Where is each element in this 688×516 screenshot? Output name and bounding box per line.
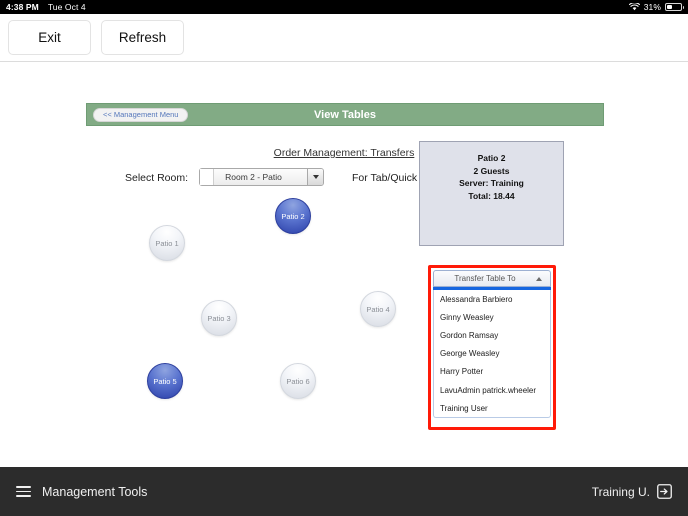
- transfer-dropdown-option[interactable]: Alessandra Barbiero: [434, 290, 550, 308]
- select-room-spacer: [200, 169, 214, 185]
- management-menu-button[interactable]: << Management Menu: [93, 107, 189, 122]
- footer-bar: Management Tools Training U.: [0, 467, 688, 516]
- transfer-dropdown-option[interactable]: Ginny Weasley: [434, 308, 550, 326]
- transfer-dropdown-label: Transfer Table To: [454, 274, 516, 283]
- info-server: Server: Training: [459, 178, 524, 188]
- refresh-button[interactable]: Refresh: [101, 20, 184, 55]
- app-header-bar: << Management Menu View Tables: [86, 103, 604, 126]
- transfer-dropdown-option[interactable]: LavuAdmin patrick.wheeler: [434, 381, 550, 399]
- select-room-label: Select Room:: [125, 172, 189, 184]
- table-circle-patio-1[interactable]: Patio 1: [149, 225, 185, 261]
- table-circle-patio-4[interactable]: Patio 4: [360, 291, 396, 327]
- battery-percent-label: 31%: [643, 2, 661, 12]
- transfer-dropdown-option[interactable]: Gordon Ramsay: [434, 326, 550, 344]
- transfer-dropdown-list: Alessandra Barbiero Ginny Weasley Gordon R…: [433, 290, 551, 419]
- hamburger-icon[interactable]: [16, 486, 31, 497]
- info-table-name: Patio 2: [477, 153, 506, 163]
- current-user-label: Training U.: [591, 484, 650, 499]
- select-room-dropdown[interactable]: Room 2 - Patio: [199, 168, 324, 186]
- exit-button[interactable]: Exit: [8, 20, 91, 55]
- transfer-dropdown-option[interactable]: Harry Potter: [434, 363, 550, 381]
- table-circle-label: Patio 1: [155, 238, 179, 248]
- table-circle-patio-2[interactable]: Patio 2: [275, 198, 311, 234]
- table-circle-patio-6[interactable]: Patio 6: [280, 363, 316, 399]
- table-circle-label: Patio 6: [286, 376, 310, 386]
- wifi-icon: [628, 3, 640, 11]
- transfer-table-dropdown[interactable]: Transfer Table To Alessandra Barbiero Gin…: [433, 270, 551, 419]
- status-bar-date: Tue Oct 4: [47, 2, 86, 12]
- select-room-control[interactable]: Room 2 - Patio: [199, 168, 324, 186]
- chevron-up-icon[interactable]: [536, 276, 542, 281]
- logout-icon[interactable]: [657, 484, 672, 499]
- transfer-dropdown-option[interactable]: Training User: [434, 399, 550, 417]
- table-circle-label: Patio 3: [207, 313, 231, 323]
- table-circle-patio-5[interactable]: Patio 5: [147, 363, 183, 399]
- status-bar-time: 4:38 PM: [6, 2, 39, 12]
- select-room-value: Room 2 - Patio: [225, 172, 282, 182]
- table-map: Patio 1 Patio 2 Patio 3 Patio 4 Patio 5 Patio…: [0, 187, 688, 467]
- section-title: Order Management: Transfers: [273, 147, 415, 159]
- browser-toolbar: Exit Refresh: [0, 14, 688, 62]
- transfer-dropdown-header[interactable]: Transfer Table To: [433, 270, 551, 287]
- transfer-dropdown-option[interactable]: George Weasley: [434, 345, 550, 363]
- info-total: Total: 18.44: [468, 190, 515, 201]
- management-tools-label[interactable]: Management Tools: [42, 485, 147, 499]
- table-circle-patio-3[interactable]: Patio 3: [201, 300, 237, 336]
- table-info-panel: Patio 2 2 Guests Server: Training Total:…: [419, 141, 564, 246]
- status-bar-indicators: 31%: [628, 2, 684, 12]
- footer-user-area: Training U.: [592, 484, 672, 499]
- table-info-text: Patio 2 2 Guests Server: Training Total:…: [420, 142, 563, 202]
- chevron-down-icon[interactable]: [307, 169, 323, 185]
- info-guests: 2 Guests: [473, 165, 510, 176]
- table-circle-label: Patio 4: [366, 304, 390, 314]
- status-bar: 4:38 PM Tue Oct 4 31%: [0, 0, 688, 14]
- table-circle-label: Patio 2: [281, 211, 305, 221]
- battery-icon: [665, 3, 684, 11]
- table-circle-label: Patio 5: [153, 376, 177, 386]
- app-page: << Management Menu View Tables Order Man…: [0, 62, 688, 467]
